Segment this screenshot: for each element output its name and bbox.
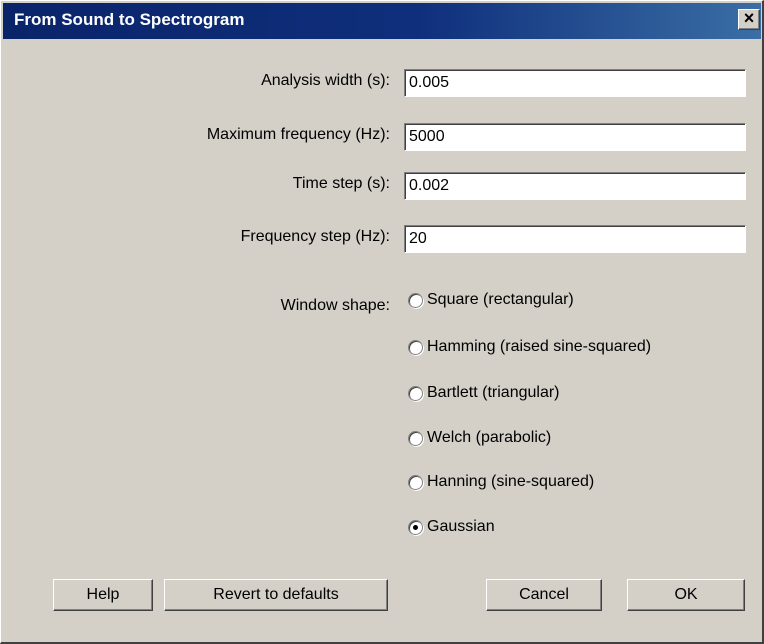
dialog-window: From Sound to Spectrogram × Analysis wid… xyxy=(0,0,764,644)
frequency-step-label: Frequency step (Hz): xyxy=(240,228,390,245)
radio-gaussian[interactable]: Gaussian xyxy=(408,515,495,539)
title-bar[interactable]: From Sound to Spectrogram × xyxy=(3,3,761,39)
revert-to-defaults-button[interactable]: Revert to defaults xyxy=(164,579,388,611)
analysis-width-input[interactable] xyxy=(404,69,746,97)
radio-hanning[interactable]: Hanning (sine-squared) xyxy=(408,470,594,494)
analysis-width-label: Analysis width (s): xyxy=(261,72,390,89)
maximum-frequency-input[interactable] xyxy=(404,123,746,151)
radio-button[interactable] xyxy=(408,430,423,446)
close-button[interactable]: × xyxy=(738,8,760,30)
time-step-label: Time step (s): xyxy=(292,175,390,192)
radio-button[interactable] xyxy=(408,339,423,355)
ok-button[interactable]: OK xyxy=(627,579,745,611)
radio-button[interactable] xyxy=(408,519,423,535)
radio-label: Hanning (sine-squared) xyxy=(427,473,595,490)
radio-welch[interactable]: Welch (parabolic) xyxy=(408,426,551,450)
window-shape-label: Window shape: xyxy=(280,297,390,314)
cancel-button[interactable]: Cancel xyxy=(486,579,602,611)
radio-button[interactable] xyxy=(408,474,423,490)
radio-button[interactable] xyxy=(408,292,423,308)
radio-label: Bartlett (triangular) xyxy=(427,384,560,401)
radio-label: Gaussian xyxy=(427,518,495,535)
radio-square[interactable]: Square (rectangular) xyxy=(408,288,574,312)
radio-label: Hamming (raised sine-squared) xyxy=(427,338,652,355)
time-step-input[interactable] xyxy=(404,172,746,200)
close-icon: × xyxy=(743,8,755,28)
window-title: From Sound to Spectrogram xyxy=(14,10,245,29)
help-button[interactable]: Help xyxy=(53,579,153,611)
radio-label: Square (rectangular) xyxy=(427,291,574,308)
radio-hamming[interactable]: Hamming (raised sine-squared) xyxy=(408,335,651,359)
frequency-step-input[interactable] xyxy=(404,225,746,253)
maximum-frequency-label: Maximum frequency (Hz): xyxy=(206,126,390,143)
radio-label: Welch (parabolic) xyxy=(427,429,552,446)
radio-button[interactable] xyxy=(408,385,423,401)
radio-bartlett[interactable]: Bartlett (triangular) xyxy=(408,381,560,405)
radio-selected-dot xyxy=(413,524,418,530)
